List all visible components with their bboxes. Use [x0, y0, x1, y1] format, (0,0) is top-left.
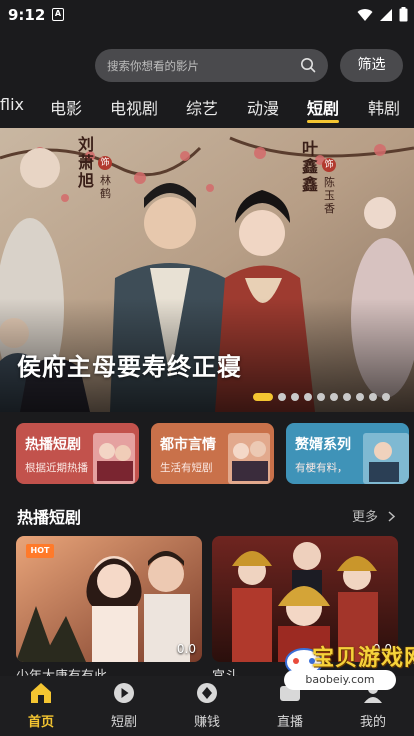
- poster-card[interactable]: HOT 0.0: [16, 536, 202, 662]
- wifi-icon: [357, 8, 373, 21]
- poster-title-truncated[interactable]: 宫斗: [212, 665, 238, 676]
- status-time: 9:12: [8, 6, 46, 24]
- genre-card-hot[interactable]: 热播短剧 根据近期热播: [16, 423, 139, 484]
- tab-movies[interactable]: 电影: [50, 95, 82, 119]
- watermark-text: 宝贝游戏网: [312, 646, 414, 671]
- tab-flix[interactable]: flix: [0, 95, 24, 114]
- section-title: 热播短剧: [17, 508, 82, 527]
- carousel-dot[interactable]: [343, 393, 351, 401]
- hero-cast-left-role: 林鹤: [100, 174, 111, 200]
- notification-icon: A: [52, 8, 64, 21]
- poster-score: 0.0: [176, 642, 196, 656]
- hero-title[interactable]: 侯府主母要寿终正寝: [17, 347, 242, 382]
- hero-cast-right-role: 陈玉香: [324, 176, 335, 215]
- carousel-dot[interactable]: [304, 393, 312, 401]
- nav-label: 短剧: [110, 715, 137, 730]
- search-bar[interactable]: 搜索你想看的影片: [95, 49, 328, 82]
- hot-badge: HOT: [26, 544, 54, 558]
- carousel-dot[interactable]: [356, 393, 364, 401]
- genre-card-son-in-law[interactable]: 赘婿系列 有梗有料，: [286, 423, 409, 484]
- filter-button[interactable]: 筛选: [340, 49, 403, 82]
- carousel-dot[interactable]: [291, 393, 299, 401]
- status-bar: 9:12 A: [0, 0, 414, 30]
- home-icon: [31, 683, 51, 703]
- battery-icon: [399, 7, 408, 22]
- hero-cast-right-name: 叶鑫鑫: [302, 139, 319, 194]
- nav-label: 赚钱: [193, 715, 220, 730]
- carousel-dot[interactable]: [382, 393, 390, 401]
- genre-card-title: 热播短剧: [25, 437, 81, 453]
- more-link[interactable]: 更多: [352, 506, 396, 525]
- nav-short-drama[interactable]: 短剧: [94, 682, 154, 730]
- genre-card-title: 赘婿系列: [295, 437, 351, 453]
- tab-active-indicator: [307, 120, 339, 123]
- system-icons: [357, 7, 408, 22]
- more-label: 更多: [352, 510, 379, 525]
- chevron-right-icon: [388, 511, 396, 522]
- carousel-indicator: [253, 393, 390, 401]
- play-circle-icon: [114, 683, 134, 703]
- coin-icon: [197, 683, 217, 703]
- tab-short-drama[interactable]: 短剧: [307, 95, 339, 119]
- hero-cast-left-name: 刘萧旭: [78, 135, 95, 190]
- hero-banner[interactable]: 刘萧旭 饰 林鹤 叶鑫鑫 饰 陈玉香 侯府主母要寿终正寝: [0, 128, 414, 412]
- category-tabs: flix 电影 电视剧 综艺 动漫 短剧 韩剧: [0, 91, 414, 123]
- genre-shortcuts: 热播短剧 根据近期热播 都市言情 生活有短剧 赘婿系列 有梗有料，: [16, 423, 414, 484]
- poster-title-truncated[interactable]: 少年大唐有有此: [16, 665, 191, 676]
- genre-card-title: 都市言情: [160, 437, 216, 453]
- nav-earn[interactable]: 赚钱: [177, 682, 237, 730]
- carousel-dot[interactable]: [278, 393, 286, 401]
- genre-card-subtitle: 有梗有料，: [295, 462, 348, 474]
- search-icon[interactable]: [300, 57, 316, 73]
- watermark: 宝贝游戏网 baobeiy.com: [262, 640, 414, 718]
- signal-icon: [380, 8, 392, 21]
- carousel-dot[interactable]: [330, 393, 338, 401]
- carousel-dot[interactable]: [317, 393, 325, 401]
- genre-card-romance[interactable]: 都市言情 生活有短剧: [151, 423, 274, 484]
- carousel-dot-active[interactable]: [253, 393, 273, 401]
- tab-korean-drama[interactable]: 韩剧: [368, 95, 400, 119]
- hero-cast-right-role-mark: 饰: [322, 158, 336, 172]
- carousel-dot[interactable]: [369, 393, 377, 401]
- genre-card-image: [93, 433, 135, 484]
- tab-variety[interactable]: 综艺: [186, 95, 218, 119]
- watermark-url: baobeiy.com: [284, 670, 396, 690]
- genre-card-image: [228, 433, 270, 484]
- tab-anime[interactable]: 动漫: [247, 95, 279, 119]
- tab-tv-series[interactable]: 电视剧: [110, 95, 158, 119]
- nav-label: 首页: [27, 715, 54, 730]
- nav-home[interactable]: 首页: [11, 682, 71, 730]
- search-placeholder: 搜索你想看的影片: [107, 59, 199, 73]
- hero-cast-left-role-mark: 饰: [98, 156, 112, 170]
- genre-card-image: [363, 433, 409, 484]
- genre-card-subtitle: 生活有短剧: [160, 462, 213, 474]
- genre-card-subtitle: 根据近期热播: [25, 462, 88, 474]
